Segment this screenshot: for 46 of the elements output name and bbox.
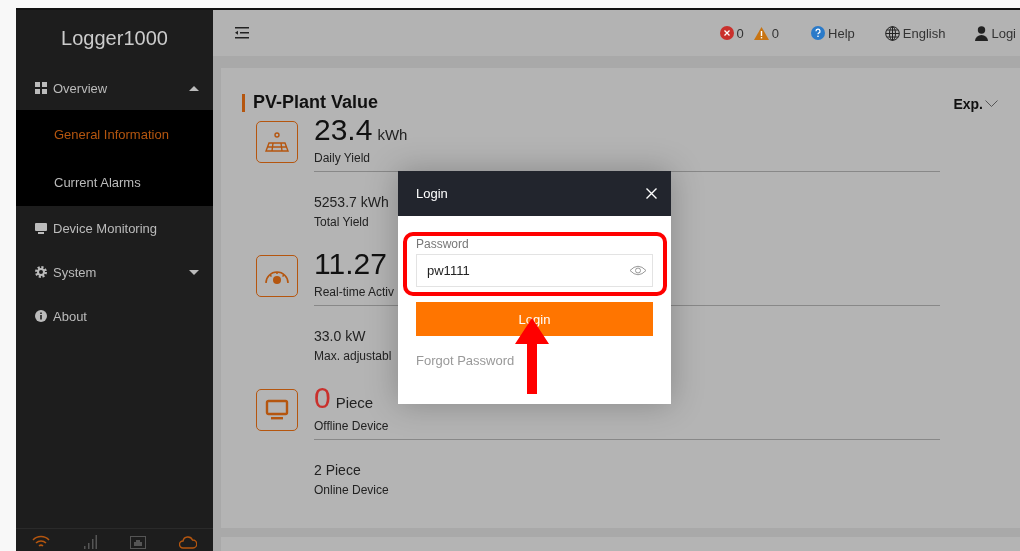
warning-count: 0 <box>771 25 780 41</box>
menu-item[interactable]: Device Monitoring <box>16 206 213 250</box>
monitor-icon <box>35 222 47 234</box>
metric-value: 23.4 <box>314 113 373 147</box>
metric-unit: kWh <box>377 126 408 143</box>
metric-label: Max. adjustabl <box>314 349 392 363</box>
close-icon[interactable] <box>646 188 657 199</box>
metric-unit: Piece <box>335 394 374 411</box>
error-icon <box>719 26 734 40</box>
submenu-item[interactable]: Current Alarms <box>16 158 213 206</box>
menu-item[interactable]: System <box>16 250 213 294</box>
metric-value: 11.27 <box>314 247 387 281</box>
error-count: 0 <box>736 25 744 41</box>
metric-value: 33.0 kW <box>314 328 366 344</box>
metric-value: 2 Piece <box>314 462 361 478</box>
metric-label: Total Yield <box>314 215 369 229</box>
metric-value: 0 <box>314 381 331 415</box>
field-label: Password <box>416 237 469 251</box>
help-icon <box>811 26 826 40</box>
info-icon <box>35 310 47 322</box>
submenu-item[interactable]: General Information <box>16 110 213 158</box>
settings-icon <box>35 266 47 278</box>
dialog-title: Login <box>416 186 448 201</box>
menu-item[interactable]: About <box>16 294 213 338</box>
card-title: PV-Plant Value <box>253 92 379 113</box>
metric-label: Daily Yield <box>314 151 371 165</box>
menu-item[interactable]: Overview <box>16 66 213 110</box>
menu-icon[interactable] <box>235 27 249 39</box>
metric-value: 5253.7 kWh <box>314 194 389 210</box>
globe-icon <box>884 25 900 41</box>
password-field[interactable]: pw1111 <box>416 254 653 287</box>
metric-label: Real-time Activ <box>314 285 395 299</box>
language-selector[interactable]: English <box>902 25 946 41</box>
warning-icon <box>753 26 769 40</box>
user-icon <box>975 25 989 41</box>
monitor-icon <box>265 399 289 421</box>
app-title: Logger1000 <box>60 25 169 51</box>
account-menu[interactable]: Logi <box>991 25 1016 41</box>
metric-label: Online Device <box>314 483 389 497</box>
metric-label: Offline Device <box>314 419 389 433</box>
grid-icon <box>35 82 47 94</box>
chevron-down-icon <box>985 100 998 108</box>
export-menu[interactable]: Exp. <box>953 96 983 112</box>
solar-panel-icon <box>265 131 289 153</box>
eye-icon[interactable] <box>629 265 647 276</box>
help-link[interactable]: Help <box>828 25 855 41</box>
